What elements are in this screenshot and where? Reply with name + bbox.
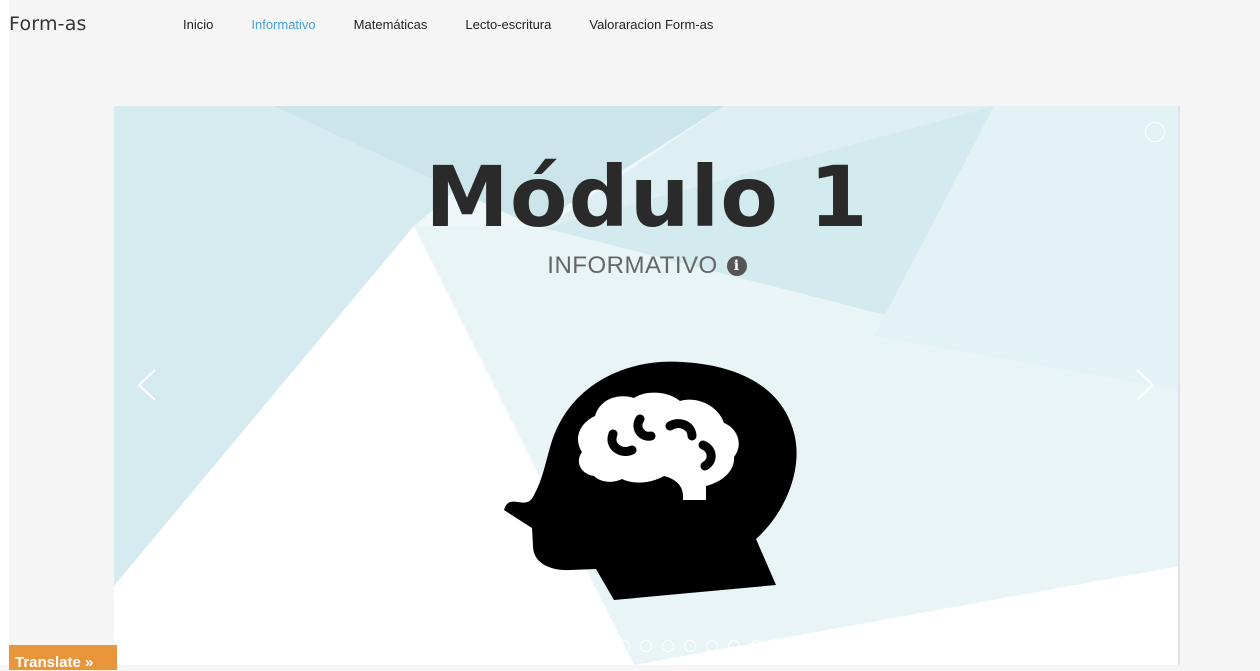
slider-next-arrow[interactable] (1134, 368, 1156, 402)
nav-link-matematicas[interactable]: Matemáticas (354, 17, 428, 32)
slide-dot[interactable] (596, 640, 609, 652)
nav-link-informativo[interactable]: Informativo (251, 17, 315, 32)
slide-dot[interactable] (552, 640, 565, 652)
pause-icon[interactable]: II (772, 639, 778, 653)
slider-prev-arrow[interactable] (136, 368, 158, 402)
slide-dot[interactable] (574, 640, 587, 652)
info-icon[interactable]: i (726, 256, 747, 276)
slider-pagination: > II (514, 639, 778, 653)
module-slider: Módulo 1 INFORMATIVO i > II (114, 106, 1180, 665)
slide-title: Módulo 1 (425, 148, 869, 246)
slide-dot[interactable] (662, 640, 675, 652)
nav-link-inicio[interactable]: Inicio (183, 17, 213, 32)
slide-subtitle: INFORMATIVO i (114, 252, 1180, 280)
head-brain-icon (504, 361, 797, 600)
slide-dot[interactable] (640, 640, 653, 652)
slide-dot[interactable] (728, 640, 741, 652)
nav-link-valoracion[interactable]: Valoraracion Form-as (589, 17, 713, 32)
translate-button[interactable]: Translate » (9, 645, 117, 671)
brand-logo[interactable]: Form-as (9, 13, 87, 35)
slide-dot[interactable] (684, 640, 697, 652)
slide-dot[interactable] (706, 640, 719, 652)
slide-dot[interactable] (530, 640, 543, 652)
slide-subtitle-text: INFORMATIVO (547, 252, 718, 279)
slide-dot[interactable] (618, 640, 631, 652)
top-navbar: Form-as Inicio Informativo Matemáticas L… (9, 0, 1260, 50)
nav-link-lecto-escritura[interactable]: Lecto-escritura (465, 17, 551, 32)
nav-menu: Inicio Informativo Matemáticas Lecto-esc… (183, 17, 751, 32)
pagination-prev-icon[interactable]: > (514, 639, 520, 653)
slider-fullscreen-circle[interactable] (1145, 122, 1165, 142)
slide-dot[interactable] (750, 640, 763, 652)
page-left-strip (0, 0, 9, 665)
